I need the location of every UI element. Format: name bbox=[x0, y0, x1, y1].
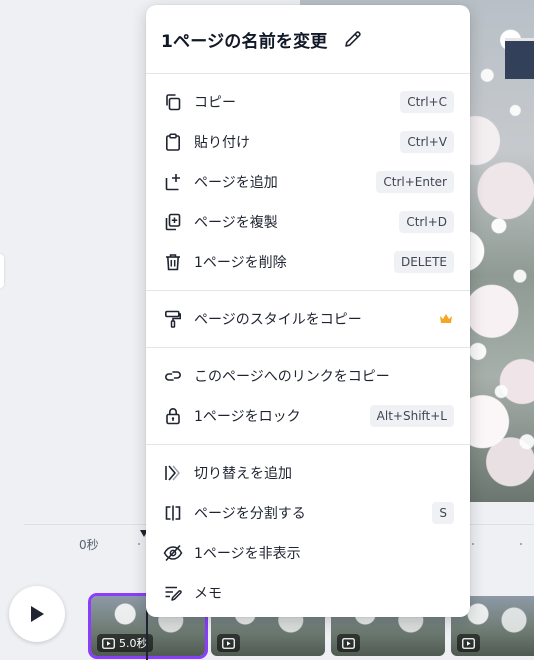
menu-section-edit: コピー Ctrl+C 貼り付け Ctrl+V ページを追加 Ctrl+Enter… bbox=[146, 74, 470, 290]
menu-item-split-page[interactable]: ページを分割する S bbox=[146, 493, 470, 533]
rename-page-title[interactable]: 1ページの名前を変更 bbox=[161, 27, 328, 52]
paint-roller-icon bbox=[163, 309, 183, 329]
add-page-icon bbox=[163, 172, 183, 192]
menu-item-label: コピー bbox=[194, 95, 236, 111]
menu-item-add-transition[interactable]: 切り替えを追加 bbox=[146, 453, 470, 493]
clip-duration-badge bbox=[457, 634, 480, 652]
menu-item-copy-link[interactable]: このページへのリンクをコピー bbox=[146, 356, 470, 396]
menu-section-style: ページのスタイルをコピー bbox=[146, 291, 470, 347]
editor-app: 0秒 5.0秒 1ページの名前を変更 コピー Ctrl+C 貼り付け Ctrl+… bbox=[0, 0, 534, 660]
video-icon bbox=[222, 637, 235, 649]
menu-item-hide-page[interactable]: 1ページを非表示 bbox=[146, 533, 470, 573]
menu-item-copy[interactable]: コピー Ctrl+C bbox=[146, 82, 470, 122]
menu-item-label: このページへのリンクをコピー bbox=[194, 369, 390, 385]
menu-section-page: 切り替えを追加 ページを分割する S 1ページを非表示 メモ bbox=[146, 445, 470, 621]
lock-icon bbox=[163, 406, 183, 426]
menu-item-label: ページを複製 bbox=[194, 215, 278, 231]
menu-item-label: 切り替えを追加 bbox=[194, 466, 292, 482]
clipboard-icon bbox=[163, 132, 183, 152]
menu-item-add-page[interactable]: ページを追加 Ctrl+Enter bbox=[146, 162, 470, 202]
play-button[interactable] bbox=[9, 586, 65, 642]
menu-item-label: メモ bbox=[194, 586, 222, 602]
split-icon bbox=[163, 503, 183, 523]
ruler-dot bbox=[472, 543, 474, 545]
menu-item-paste[interactable]: 貼り付け Ctrl+V bbox=[146, 122, 470, 162]
menu-item-copy-style[interactable]: ページのスタイルをコピー bbox=[146, 299, 470, 339]
ruler-dot bbox=[138, 543, 140, 545]
link-icon bbox=[163, 366, 183, 386]
menu-item-label: 1ページを削除 bbox=[194, 255, 287, 271]
duplicate-icon bbox=[163, 212, 183, 232]
menu-item-duplicate-page[interactable]: ページを複製 Ctrl+D bbox=[146, 202, 470, 242]
shortcut-badge: Ctrl+C bbox=[400, 91, 454, 113]
shortcut-badge: S bbox=[432, 502, 454, 524]
menu-item-label: ページのスタイルをコピー bbox=[194, 312, 362, 328]
menu-section-share: このページへのリンクをコピー 1ページをロック Alt+Shift+L bbox=[146, 348, 470, 444]
menu-item-label: 1ページを非表示 bbox=[194, 546, 301, 562]
clip-duration: 5.0秒 bbox=[119, 637, 148, 650]
menu-item-delete-page[interactable]: 1ページを削除 DELETE bbox=[146, 242, 470, 282]
menu-item-label: 貼り付け bbox=[194, 135, 250, 151]
pencil-icon[interactable] bbox=[342, 28, 364, 50]
play-icon bbox=[31, 606, 44, 622]
trash-icon bbox=[163, 252, 183, 272]
time-label: 0秒 bbox=[79, 538, 99, 552]
page-context-menu: 1ページの名前を変更 コピー Ctrl+C 貼り付け Ctrl+V ページを追加… bbox=[146, 5, 470, 617]
menu-item-label: ページを追加 bbox=[194, 175, 278, 191]
menu-item-label: ページを分割する bbox=[194, 506, 306, 522]
ruler-dot bbox=[520, 543, 522, 545]
clip-duration-badge bbox=[337, 634, 360, 652]
shortcut-badge: DELETE bbox=[393, 251, 454, 273]
shortcut-badge: Ctrl+Enter bbox=[376, 171, 454, 193]
shortcut-badge: Ctrl+V bbox=[400, 131, 454, 153]
shortcut-badge: Alt+Shift+L bbox=[369, 405, 454, 427]
clip-duration-badge: 5.0秒 bbox=[97, 634, 153, 652]
video-icon bbox=[462, 637, 475, 649]
eye-off-icon bbox=[163, 543, 183, 563]
menu-item-notes[interactable]: メモ bbox=[146, 573, 470, 613]
crown-icon bbox=[438, 311, 454, 327]
menu-header[interactable]: 1ページの名前を変更 bbox=[146, 5, 470, 73]
notes-icon bbox=[163, 583, 183, 603]
side-panel-handle[interactable] bbox=[0, 254, 4, 288]
video-icon bbox=[102, 637, 115, 649]
video-icon bbox=[342, 637, 355, 649]
clip-duration-badge bbox=[217, 634, 240, 652]
menu-item-label: 1ページをロック bbox=[194, 409, 301, 425]
transition-icon bbox=[163, 463, 183, 483]
menu-item-lock-page[interactable]: 1ページをロック Alt+Shift+L bbox=[146, 396, 470, 436]
copy-icon bbox=[163, 92, 183, 112]
shortcut-badge: Ctrl+D bbox=[399, 211, 454, 233]
